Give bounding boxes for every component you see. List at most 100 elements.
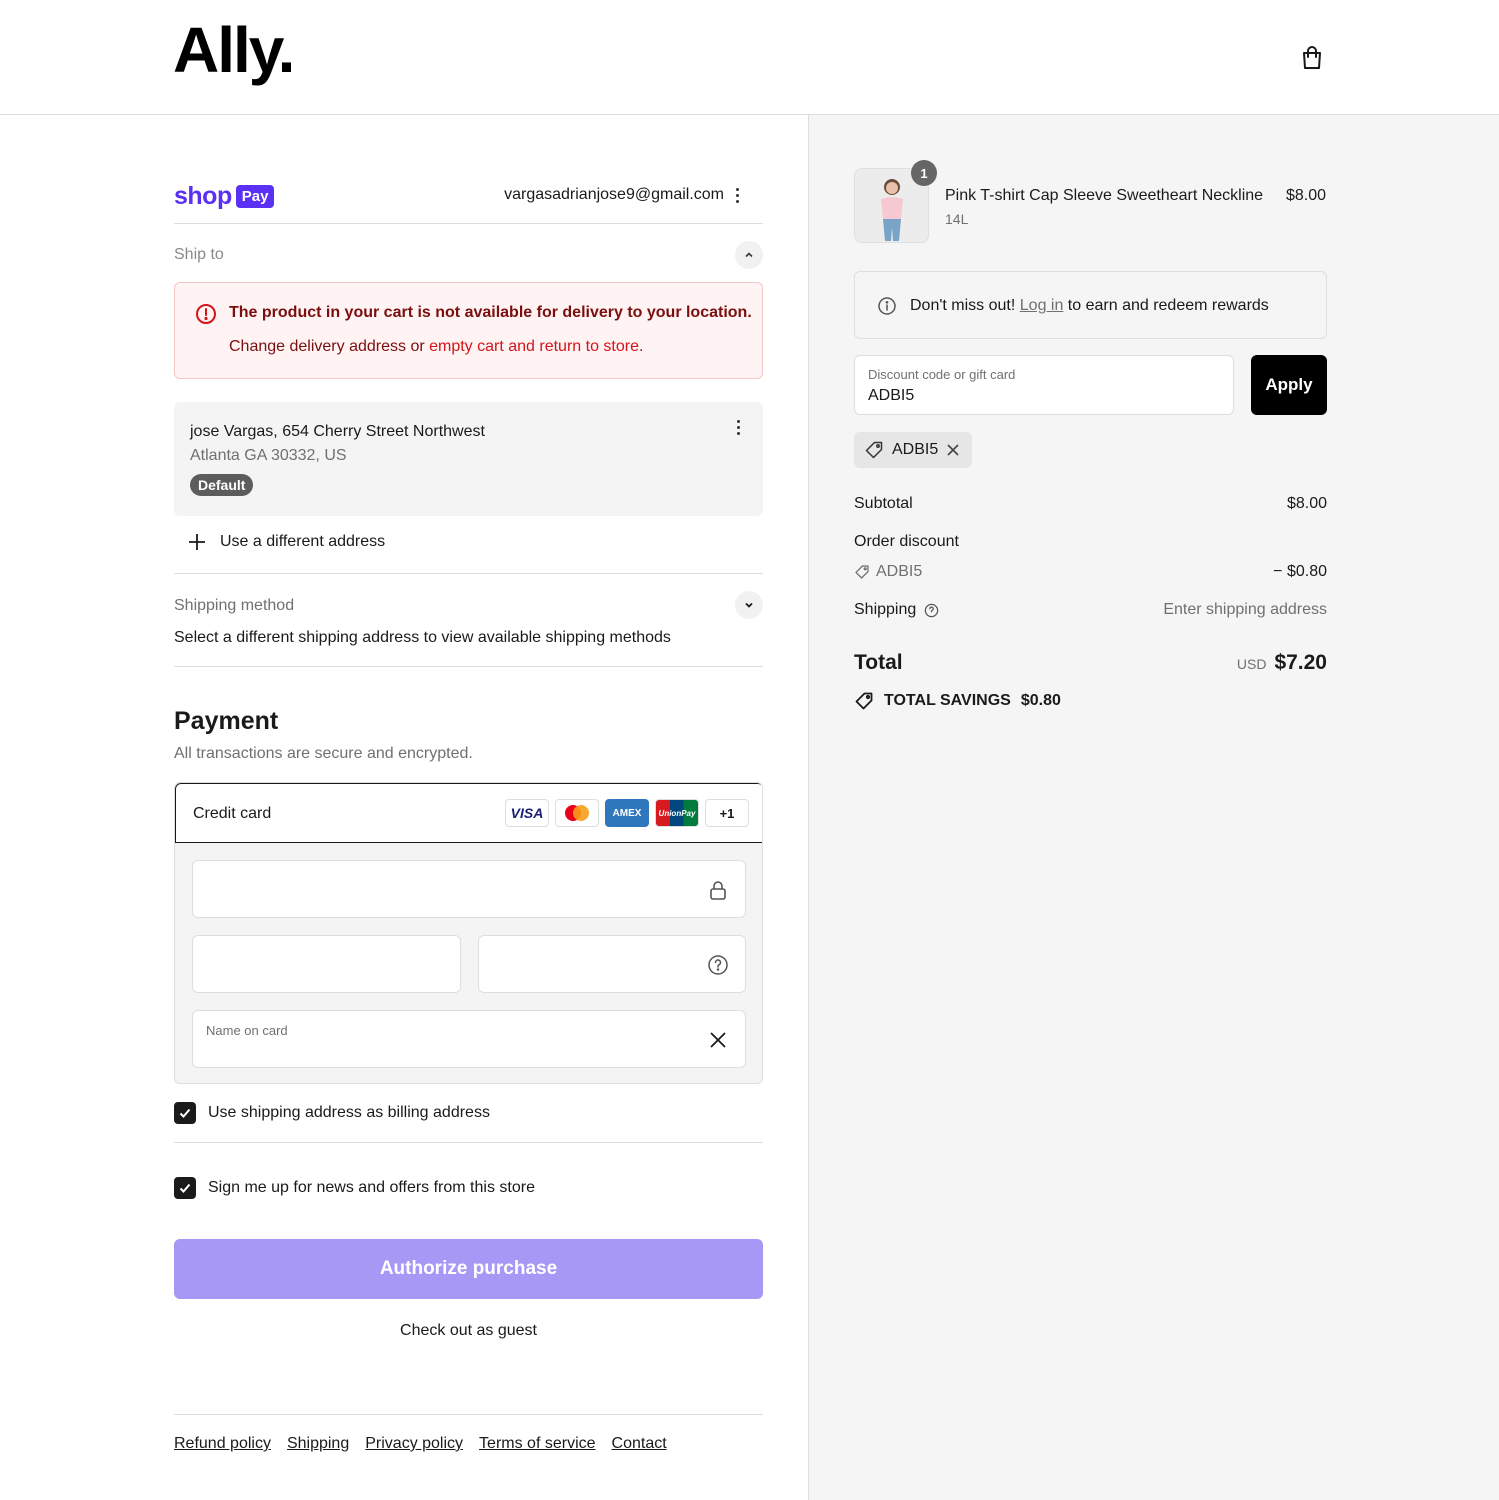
email-text: vargasadrianjose9@gmail.com bbox=[504, 186, 724, 203]
currency-code: USD bbox=[1236, 656, 1267, 672]
footer-links: Refund policy Shipping Privacy policy Te… bbox=[174, 1435, 667, 1453]
account-menu-icon[interactable] bbox=[736, 187, 740, 203]
use-different-address-button[interactable]: Use a different address bbox=[188, 533, 385, 551]
applied-code-text: ADBI5 bbox=[892, 441, 939, 458]
unionpay-icon: UnionPay bbox=[655, 799, 699, 827]
checkmark-icon[interactable] bbox=[174, 1177, 196, 1199]
plus-icon bbox=[189, 534, 205, 550]
collapse-ship-to-button[interactable] bbox=[735, 241, 763, 269]
remove-discount-icon[interactable] bbox=[946, 443, 960, 457]
more-cards-badge: +1 bbox=[705, 799, 749, 827]
mastercard-icon bbox=[555, 799, 599, 827]
product-variant: 14L bbox=[945, 211, 969, 227]
subtotal-row: Subtotal $8.00 bbox=[854, 495, 1327, 513]
saved-address-card[interactable]: jose Vargas, 654 Cherry Street Northwest… bbox=[174, 402, 763, 516]
default-badge: Default bbox=[190, 474, 254, 496]
rewards-prefix: Don't miss out! bbox=[910, 297, 1020, 314]
address-line-2: Atlanta GA 30332, US bbox=[190, 447, 347, 464]
different-address-label: Use a different address bbox=[220, 533, 386, 550]
authorize-purchase-button[interactable]: Authorize purchase bbox=[174, 1239, 763, 1299]
help-icon[interactable] bbox=[924, 603, 939, 618]
order-discount-label: Order discount bbox=[854, 533, 959, 550]
discount-code-field[interactable]: Discount code or gift card bbox=[854, 355, 1234, 415]
discount-code-name: ADBI5 bbox=[876, 563, 923, 580]
total-value: $7.20 bbox=[1274, 651, 1327, 674]
tag-icon bbox=[865, 441, 883, 459]
product-name: Pink T-shirt Cap Sleeve Sweetheart Neckl… bbox=[945, 187, 1264, 204]
discount-amount: − $0.80 bbox=[1273, 563, 1327, 580]
discount-code-label: Discount code or gift card bbox=[868, 367, 1016, 382]
card-number-field[interactable] bbox=[192, 860, 746, 918]
total-row: Total USD $7.20 bbox=[854, 651, 1327, 675]
alert-body: Change delivery address or empty cart an… bbox=[229, 338, 643, 356]
billing-address-checkbox[interactable]: Use shipping address as billing address bbox=[174, 1102, 490, 1124]
terms-of-service-link[interactable]: Terms of service bbox=[479, 1435, 595, 1453]
savings-label: TOTAL SAVINGS bbox=[884, 692, 1011, 709]
checkmark-icon[interactable] bbox=[174, 1102, 196, 1124]
chevron-up-icon bbox=[745, 252, 753, 258]
help-icon[interactable] bbox=[707, 954, 729, 976]
shop-pay-badge: Pay bbox=[235, 185, 275, 208]
credit-card-panel: Credit card VISA AMEX UnionPay +1 Name o… bbox=[174, 782, 763, 1084]
expiration-date-field[interactable] bbox=[192, 935, 461, 993]
contact-link[interactable]: Contact bbox=[612, 1435, 667, 1453]
discount-code-row: ADBI5 − $0.80 bbox=[854, 563, 1327, 581]
alert-prefix: Change delivery address or bbox=[229, 338, 430, 355]
shopping-bag-icon[interactable] bbox=[1298, 44, 1326, 72]
shipping-method-label: Shipping method bbox=[174, 597, 295, 614]
card-logos: VISA AMEX UnionPay +1 bbox=[505, 799, 749, 827]
shop-pay-brand: shop bbox=[174, 182, 232, 210]
credit-card-option[interactable]: Credit card VISA AMEX UnionPay +1 bbox=[175, 783, 762, 843]
log-in-link[interactable]: Log in bbox=[1020, 297, 1064, 314]
subtotal-value: $8.00 bbox=[1286, 495, 1327, 512]
shipping-row: Shipping Enter shipping address bbox=[854, 601, 1327, 619]
divider bbox=[174, 573, 763, 574]
rewards-suffix: to earn and redeem rewards bbox=[1063, 297, 1269, 314]
info-icon bbox=[878, 297, 896, 315]
applied-discount-chip: ADBI5 bbox=[854, 432, 973, 468]
subtotal-label: Subtotal bbox=[854, 495, 913, 512]
shipping-label: Shipping bbox=[854, 601, 917, 618]
chevron-down-icon bbox=[745, 602, 753, 608]
newsletter-checkbox[interactable]: Sign me up for news and offers from this… bbox=[174, 1177, 535, 1199]
address-menu-icon[interactable] bbox=[737, 420, 741, 435]
close-icon[interactable] bbox=[707, 1029, 729, 1051]
store-logo[interactable]: Ally. bbox=[173, 18, 295, 82]
shipping-value: Enter shipping address bbox=[1163, 601, 1327, 618]
visa-icon: VISA bbox=[505, 799, 549, 827]
name-on-card-field[interactable]: Name on card bbox=[192, 1010, 746, 1068]
expand-shipping-method-button[interactable] bbox=[735, 591, 763, 619]
address-line-1: jose Vargas, 654 Cherry Street Northwest bbox=[190, 423, 485, 440]
shipping-policy-link[interactable]: Shipping bbox=[287, 1435, 349, 1453]
credit-card-label: Credit card bbox=[193, 805, 272, 822]
divider bbox=[174, 223, 763, 224]
delivery-error-alert: The product in your cart is not availabl… bbox=[174, 282, 763, 379]
alert-suffix: . bbox=[638, 338, 644, 355]
divider bbox=[174, 666, 763, 667]
checkout-as-guest-link[interactable]: Check out as guest bbox=[174, 1322, 763, 1340]
empty-cart-link[interactable]: empty cart and return to store bbox=[429, 338, 639, 355]
total-savings: TOTAL SAVINGS $0.80 bbox=[854, 691, 1061, 711]
savings-value: $0.80 bbox=[1020, 692, 1061, 709]
amex-icon: AMEX bbox=[605, 799, 649, 827]
apply-discount-button[interactable]: Apply bbox=[1251, 355, 1327, 415]
order-discount-row: Order discount bbox=[854, 533, 1327, 551]
order-summary: 1 Pink T-shirt Cap Sleeve Sweetheart Nec… bbox=[808, 115, 1499, 1500]
account-email: vargasadrianjose9@gmail.com bbox=[504, 186, 740, 204]
newsletter-checkbox-label: Sign me up for news and offers from this… bbox=[208, 1179, 535, 1196]
payment-subtitle: All transactions are secure and encrypte… bbox=[174, 745, 473, 762]
divider bbox=[174, 1142, 763, 1143]
rewards-text: Don't miss out! Log in to earn and redee… bbox=[910, 297, 1269, 315]
ship-to-label: Ship to bbox=[174, 246, 224, 263]
divider bbox=[174, 1414, 763, 1415]
security-code-field[interactable] bbox=[478, 935, 746, 993]
shipping-method-note: Select a different shipping address to v… bbox=[174, 629, 671, 646]
name-on-card-label: Name on card bbox=[206, 1023, 288, 1038]
discount-code-input[interactable] bbox=[868, 387, 1208, 405]
privacy-policy-link[interactable]: Privacy policy bbox=[365, 1435, 463, 1453]
header: Ally. bbox=[0, 0, 1499, 115]
billing-checkbox-label: Use shipping address as billing address bbox=[208, 1104, 490, 1121]
rewards-banner: Don't miss out! Log in to earn and redee… bbox=[854, 271, 1327, 339]
refund-policy-link[interactable]: Refund policy bbox=[174, 1435, 271, 1453]
tag-icon bbox=[855, 565, 869, 579]
